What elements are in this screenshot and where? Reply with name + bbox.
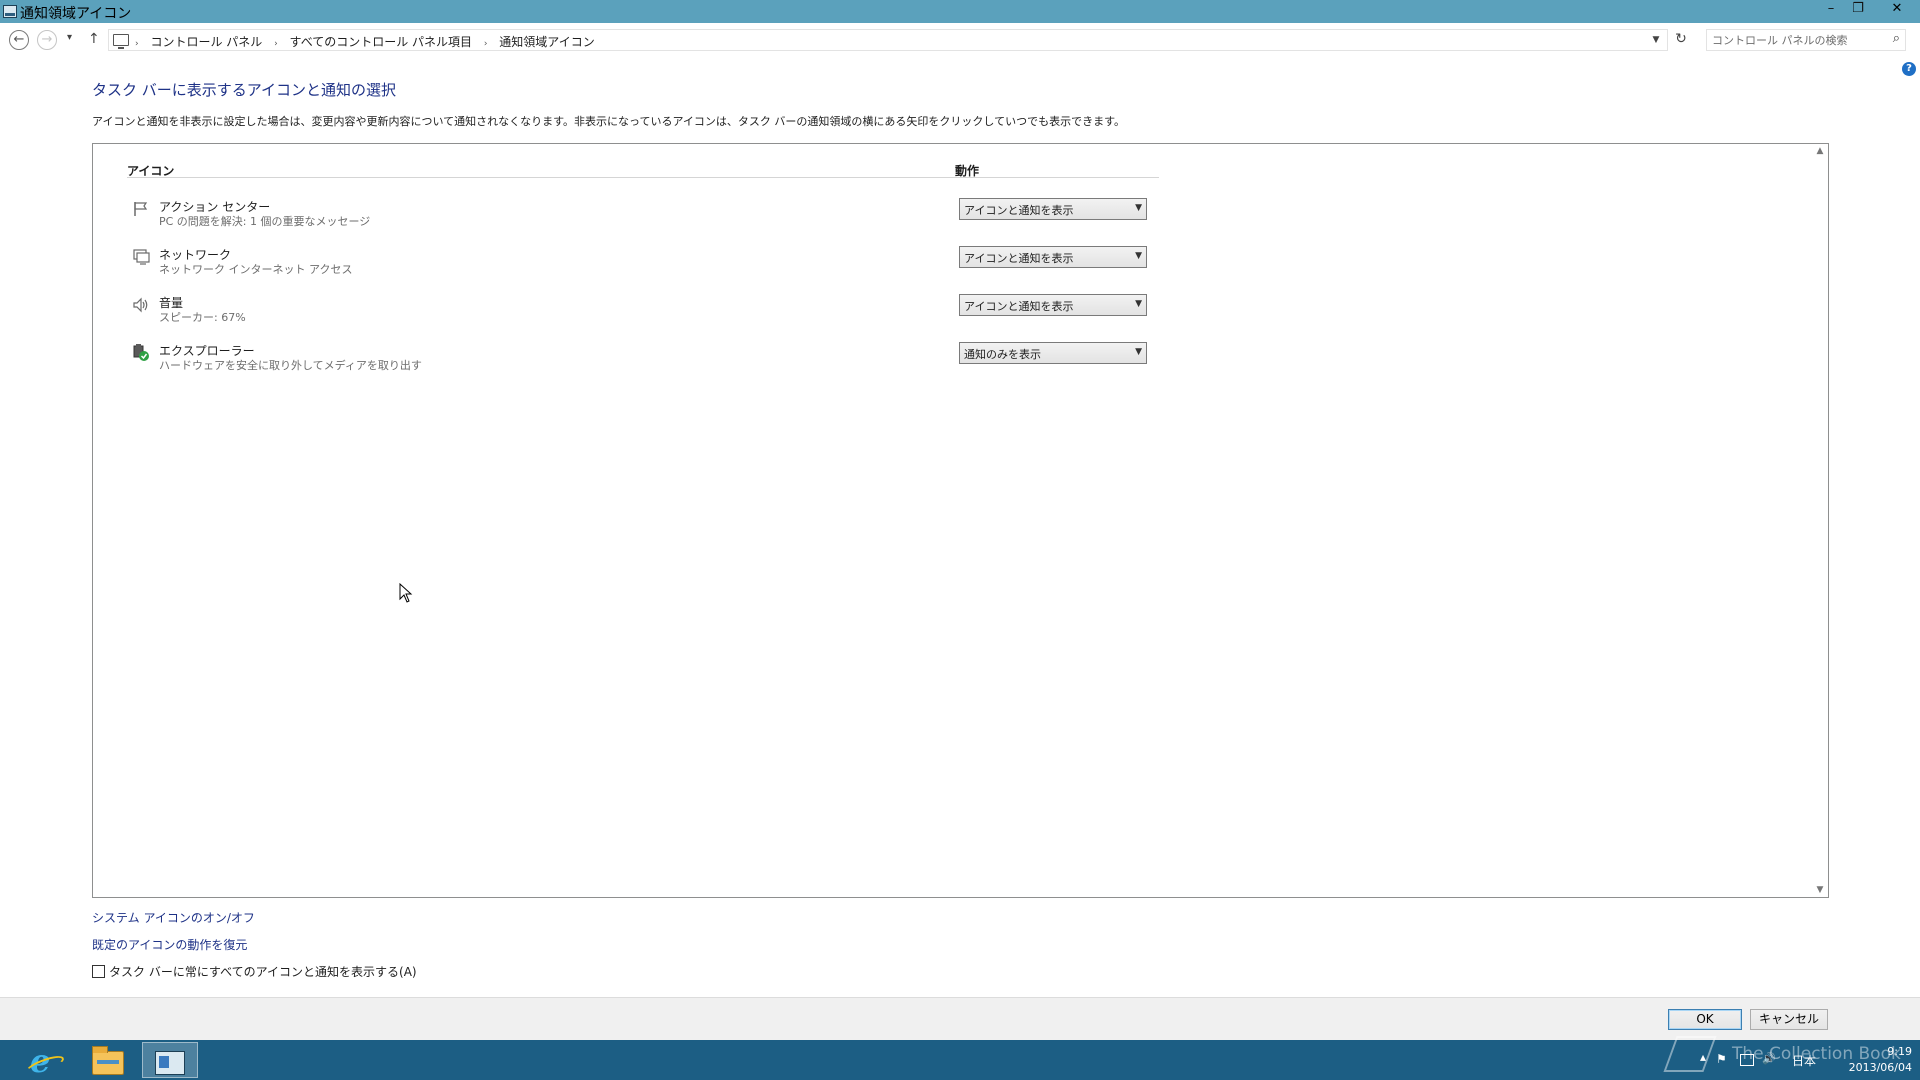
list-item: アクション センター PC の問題を解決: 1 個の重要なメッセージ アイコンと… — [127, 195, 1227, 235]
chevron-down-icon: ▼ — [1135, 347, 1142, 357]
breadcrumb-notification-area-icons[interactable]: 通知領域アイコン — [499, 35, 594, 49]
network-icon — [133, 249, 150, 265]
cancel-button[interactable]: キャンセル — [1750, 1009, 1828, 1030]
breadcrumb-separator-icon: › — [483, 39, 488, 49]
chevron-down-icon: ▼ — [1135, 299, 1142, 309]
breadcrumb-control-panel[interactable]: コントロール パネル — [150, 35, 262, 49]
back-button[interactable]: ← — [9, 30, 29, 50]
item-status: PC の問題を解決: 1 個の重要なメッセージ — [159, 215, 371, 228]
taskbar: e ▴ ⚑ 🔊 日本 9:19 2013/06/04 — [0, 1040, 1920, 1080]
list-item: 音量 スピーカー: 67% アイコンと通知を表示 ▼ — [127, 291, 1227, 331]
breadcrumb: › コントロール パネル › すべてのコントロール パネル項目 › 通知領域アイ… — [135, 33, 595, 50]
recent-locations-chevron-icon[interactable]: ▾ — [67, 32, 72, 43]
item-status: スピーカー: 67% — [159, 311, 246, 324]
ok-button[interactable]: OK — [1668, 1009, 1742, 1030]
behavior-select[interactable]: アイコンと通知を表示 ▼ — [959, 246, 1147, 268]
restore-button[interactable]: ❐ — [1845, 0, 1871, 20]
behavior-select[interactable]: アイコンと通知を表示 ▼ — [959, 294, 1147, 316]
item-status: ネットワーク インターネット アクセス — [159, 263, 353, 276]
icons-list-panel: アイコン 動作 ▲ ▼ アクション センター PC の問題を解決: 1 個の重要… — [92, 143, 1829, 898]
minimize-button[interactable]: – — [1818, 0, 1844, 20]
computer-icon — [113, 34, 129, 49]
mouse-pointer-icon — [399, 583, 413, 603]
help-icon[interactable]: ? — [1902, 62, 1916, 76]
behavior-select[interactable]: アイコンと通知を表示 ▼ — [959, 198, 1147, 220]
address-dropdown-chevron-icon[interactable]: ▼ — [1645, 30, 1667, 50]
list-item: エクスプローラー ハードウェアを安全に取り外してメディアを取り出す 通知のみを表… — [127, 339, 1227, 379]
search-input[interactable] — [1712, 32, 1872, 48]
flag-icon — [134, 202, 148, 216]
address-path-box[interactable]: › コントロール パネル › すべてのコントロール パネル項目 › 通知領域アイ… — [108, 29, 1668, 51]
internet-explorer-icon: e — [30, 1042, 51, 1080]
control-panel-app-icon[interactable] — [3, 5, 17, 18]
taskbar-control-panel[interactable] — [142, 1042, 198, 1078]
safely-remove-hardware-icon — [133, 344, 149, 361]
search-icon[interactable]: ⌕ — [1893, 31, 1900, 46]
control-panel-icon — [155, 1051, 185, 1075]
always-show-label[interactable]: タスク バーに常にすべてのアイコンと通知を表示する(A) — [109, 963, 417, 980]
scroll-down-arrow-icon[interactable]: ▼ — [1814, 885, 1826, 895]
address-bar: ← → ▾ ↑ › コントロール パネル › すべてのコントロール パネル項目 … — [0, 28, 1920, 54]
speaker-icon — [133, 297, 148, 313]
chevron-down-icon: ▼ — [1135, 251, 1142, 261]
behavior-select-value: アイコンと通知を表示 — [964, 252, 1074, 265]
refresh-button[interactable]: ↻ — [1670, 31, 1692, 51]
item-status: ハードウェアを安全に取り外してメディアを取り出す — [159, 359, 422, 372]
chevron-down-icon: ▼ — [1135, 203, 1142, 213]
always-show-checkbox[interactable] — [92, 965, 105, 978]
close-button[interactable]: ✕ — [1882, 0, 1912, 20]
page-description: アイコンと通知を非表示に設定した場合は、変更内容や更新内容について通知されなくな… — [92, 115, 1125, 128]
title-bar: 通知領域アイコン – ❐ ✕ — [0, 0, 1920, 23]
up-button[interactable]: ↑ — [88, 31, 100, 47]
folder-icon — [92, 1046, 124, 1075]
tray-action-center-flag-icon[interactable]: ⚑ — [1716, 1052, 1727, 1066]
scroll-up-arrow-icon[interactable]: ▲ — [1814, 146, 1826, 156]
header-divider — [127, 177, 1159, 178]
page-title: タスク バーに表示するアイコンと通知の選択 — [92, 81, 397, 99]
search-box: ⌕ — [1706, 29, 1906, 51]
restore-defaults-link[interactable]: 既定のアイコンの動作を復元 — [92, 936, 247, 953]
watermark-text: The Collection Book — [1732, 1044, 1901, 1064]
system-icons-link[interactable]: システム アイコンのオン/オフ — [92, 909, 255, 926]
breadcrumb-all-items[interactable]: すべてのコントロール パネル項目 — [290, 35, 473, 49]
dialog-button-bar: OK キャンセル — [0, 997, 1920, 1040]
behavior-select[interactable]: 通知のみを表示 ▼ — [959, 342, 1147, 364]
behavior-select-value: アイコンと通知を表示 — [964, 204, 1074, 217]
list-item: ネットワーク ネットワーク インターネット アクセス アイコンと通知を表示 ▼ — [127, 243, 1227, 283]
forward-button[interactable]: → — [37, 30, 57, 50]
breadcrumb-separator-icon: › — [135, 39, 139, 49]
behavior-select-value: アイコンと通知を表示 — [964, 300, 1074, 313]
breadcrumb-separator-icon: › — [274, 39, 278, 49]
taskbar-file-explorer[interactable] — [80, 1042, 136, 1078]
behavior-select-value: 通知のみを表示 — [964, 348, 1041, 361]
window-title: 通知領域アイコン — [20, 6, 132, 22]
taskbar-internet-explorer[interactable]: e — [18, 1042, 74, 1078]
